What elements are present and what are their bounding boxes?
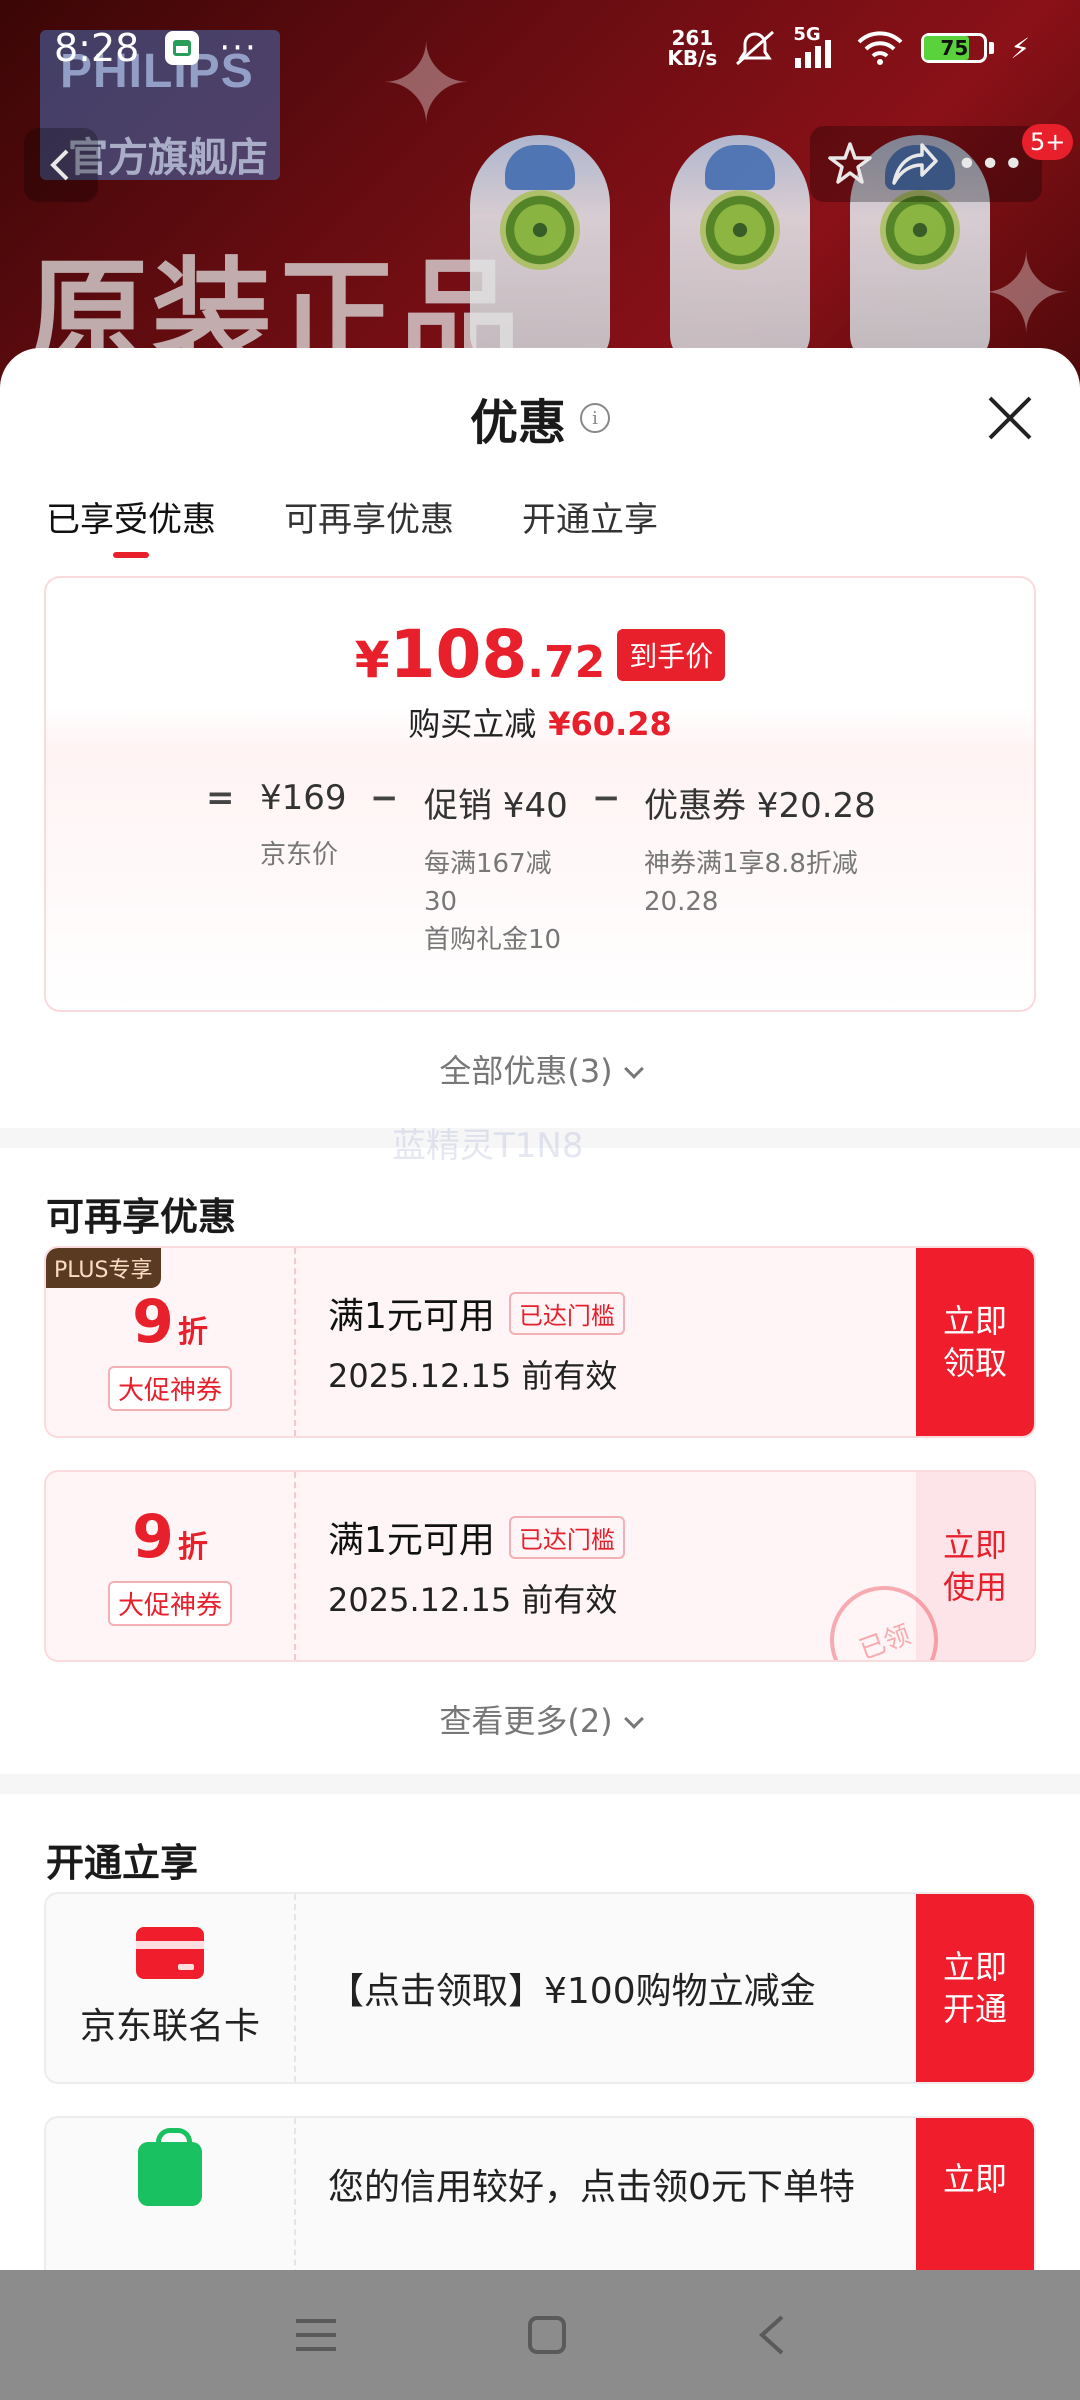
coupon-validity: 2025.12.15 前有效 (328, 1357, 618, 1395)
status-more: ··· (219, 28, 258, 68)
open-section-title: 开通立享 (46, 1841, 199, 1885)
chevron-down-icon (623, 1059, 644, 1079)
minus-sign: − (592, 778, 621, 818)
coupon-card: 9折 大促神券 满1元可用 已达门槛 2025.12.15 前有效 已领 立即使用 (44, 1470, 1036, 1662)
status-bar: 8:28 ··· 261 KB/s 5G 75 ⚡ (0, 0, 1080, 96)
more-menu-icon[interactable]: ••• (956, 144, 1026, 185)
view-more-toggle[interactable]: 查看更多(2) (0, 1696, 1080, 1756)
card-offer: 【点击领取】¥100购物立减金 (328, 1971, 816, 2012)
coupon-card: PLUS专享 9折 大促神券 满1元可用 已达门槛 2025.12.15 前有效 … (44, 1246, 1036, 1438)
minus-sign: − (370, 778, 399, 818)
cell-signal-icon: 5G (793, 24, 839, 68)
store-label: 官方旗舰店 (68, 135, 268, 181)
threshold-badge: 已达门槛 (508, 1515, 625, 1559)
coupon-condition: 满1元可用 (328, 1520, 495, 1561)
sheet-title: 优惠 (469, 395, 566, 451)
notification-badge: 5+ (1022, 124, 1074, 160)
shopping-bag-icon (138, 2128, 202, 2206)
discount-sheet: 优惠 i 已享受优惠 可再享优惠 开通立享 ¥ 108 .72 到手价 购买立减… (0, 348, 1080, 2400)
final-price-tag: 到手价 (617, 628, 726, 681)
product-image (670, 135, 810, 365)
sparkle-icon: ✦ (980, 230, 1073, 358)
coupon-validity: 2025.12.15 前有效 (328, 1581, 618, 1619)
plus-tag: PLUS专享 (46, 1248, 161, 1288)
reduce-row: 购买立减 ¥60.28 (408, 705, 672, 743)
recent-apps-icon[interactable] (294, 2315, 338, 2355)
charging-icon: ⚡ (1010, 31, 1030, 65)
share-icon[interactable] (890, 141, 940, 187)
jd-price: ¥169 京东价 (260, 778, 347, 870)
favorite-star-icon[interactable] (826, 140, 874, 188)
open-card: 京东联名卡 【点击领取】¥100购物立减金 立即开通 (44, 1892, 1036, 2084)
threshold-badge: 已达门槛 (508, 1291, 625, 1335)
equals-sign: = (206, 778, 235, 818)
status-time: 8:28 (54, 26, 140, 70)
open-card-button[interactable]: 立即开通 (916, 1894, 1034, 2082)
tab-more-discount[interactable]: 可再享优惠 (284, 488, 454, 572)
tab-bar: 已享受优惠 可再享优惠 开通立享 (0, 488, 1080, 572)
reuse-section-title: 可再享优惠 (46, 1195, 237, 1239)
coupon-type-tag: 大促神券 (107, 1580, 232, 1626)
back-arrow-icon (50, 149, 69, 181)
all-discount-toggle[interactable]: 全部优惠(3) (0, 1046, 1080, 1106)
watermark: 蓝精灵T1N8 (392, 1126, 584, 1166)
chevron-down-icon (623, 1709, 644, 1729)
tab-enjoyed[interactable]: 已享受优惠 (46, 488, 216, 572)
claim-coupon-button[interactable]: 立即领取 (916, 1248, 1034, 1436)
section-divider (0, 1774, 1080, 1794)
back-button[interactable] (24, 128, 98, 202)
home-icon[interactable] (527, 2315, 567, 2355)
app-notification-icon (165, 31, 200, 65)
final-price: ¥ 108 .72 到手价 (46, 616, 1034, 693)
battery-icon: 75 (921, 33, 995, 63)
card-name: 京东联名卡 (79, 2006, 260, 2047)
tab-open-enjoy[interactable]: 开通立享 (522, 488, 658, 572)
close-icon[interactable] (982, 390, 1038, 446)
top-actions: ••• (810, 126, 1042, 202)
section-divider: 蓝精灵T1N8 (0, 1126, 1080, 1166)
info-icon[interactable]: i (580, 403, 610, 433)
price-card: ¥ 108 .72 到手价 购买立减 ¥60.28 = ¥169 京东价 − 促销… (44, 576, 1036, 1012)
mute-bell-icon (736, 30, 775, 66)
back-nav-icon[interactable] (756, 2313, 786, 2357)
wifi-icon (857, 31, 903, 65)
net-speed: 261 KB/s (667, 26, 718, 70)
coupon-type-tag: 大促神券 (107, 1365, 232, 1411)
coupon-price: 优惠券 ¥20.28 神券满1享8.8折减 20.28 (644, 786, 876, 917)
system-nav-bar (0, 2270, 1080, 2400)
credit-card-icon (136, 1927, 204, 1979)
promo-price: 促销 ¥40 每满167减 30 首购礼金10 (424, 786, 568, 955)
coupon-condition: 满1元可用 (328, 1296, 495, 1337)
